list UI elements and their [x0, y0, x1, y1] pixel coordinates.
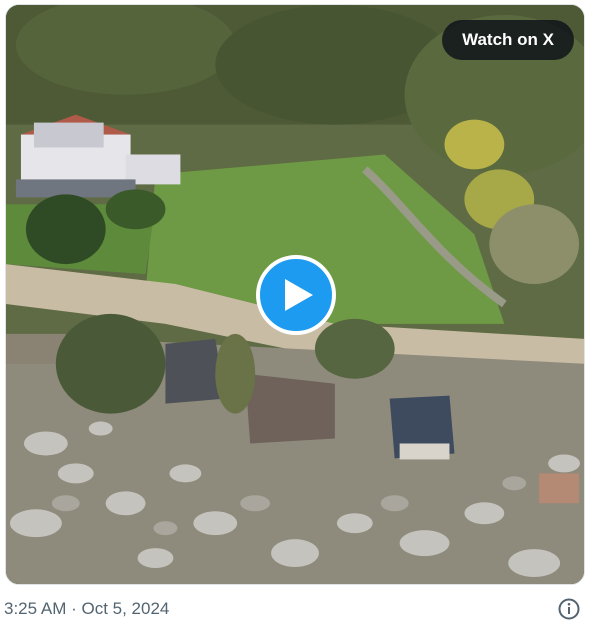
play-icon: [285, 279, 313, 311]
play-button[interactable]: [256, 255, 336, 335]
tweet-timestamp[interactable]: 3:25 AM · Oct 5, 2024: [4, 599, 169, 619]
watch-on-x-button[interactable]: Watch on X: [442, 20, 574, 60]
info-icon[interactable]: [557, 597, 581, 621]
tweet-footer: 3:25 AM · Oct 5, 2024: [4, 596, 581, 622]
tweet-video[interactable]: Watch on X: [5, 4, 585, 585]
